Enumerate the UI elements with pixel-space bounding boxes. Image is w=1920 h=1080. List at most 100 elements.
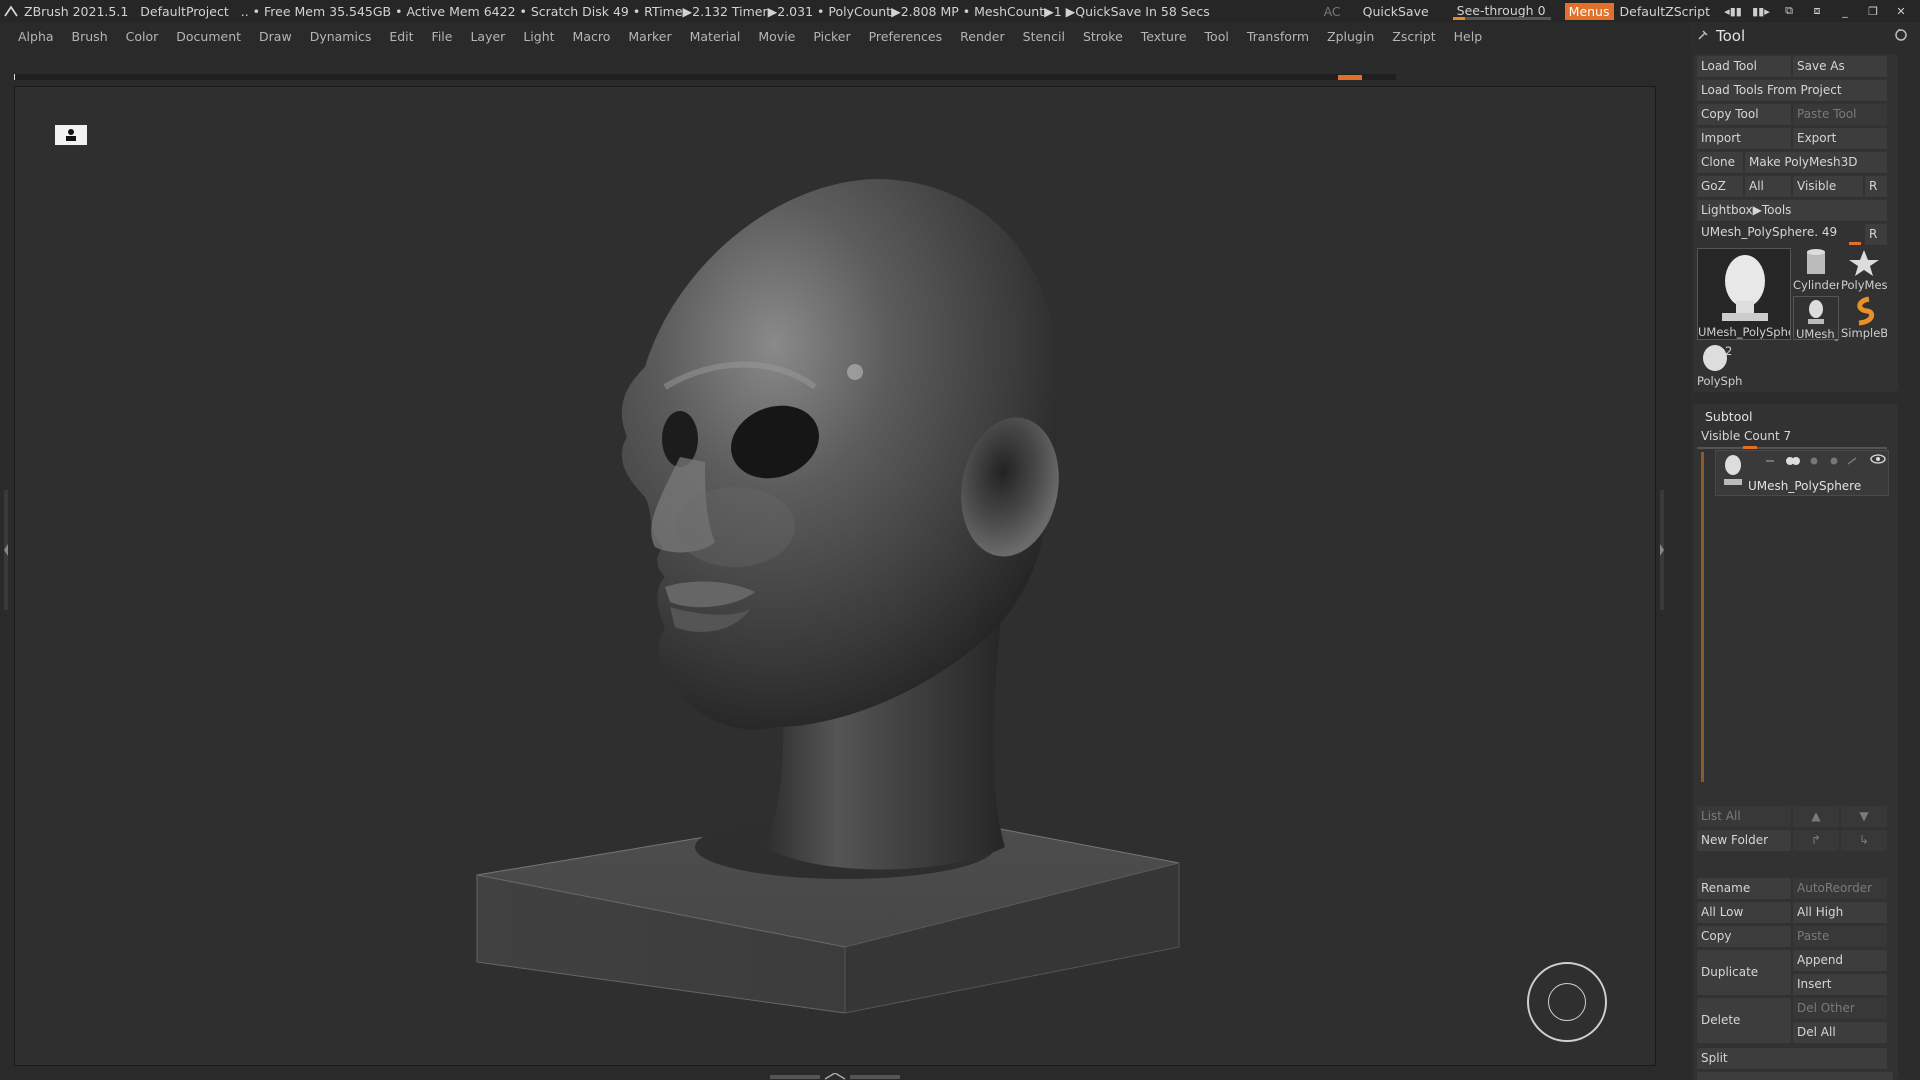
minimize-icon[interactable]: _ <box>1836 4 1854 18</box>
menu-brush[interactable]: Brush <box>72 29 108 44</box>
menu-help[interactable]: Help <box>1454 29 1483 44</box>
menu-alpha[interactable]: Alpha <box>18 29 54 44</box>
menus-toggle-button[interactable]: Menus <box>1564 2 1614 20</box>
delete-button[interactable]: Delete <box>1697 998 1791 1043</box>
duplicate-button[interactable]: Duplicate <box>1697 950 1791 995</box>
tool-thumb-cylinder[interactable]: Cylinder <box>1793 248 1839 292</box>
menu-draw[interactable]: Draw <box>259 29 292 44</box>
clone-button[interactable]: Clone <box>1697 152 1743 173</box>
menu-tool[interactable]: Tool <box>1205 29 1229 44</box>
document-canvas[interactable] <box>14 86 1656 1066</box>
arrow-down-icon[interactable]: ▼ <box>1841 806 1887 827</box>
default-zscript-button[interactable]: DefaultZScript <box>1620 4 1711 19</box>
eye-icon[interactable] <box>1870 453 1886 465</box>
subtool-title[interactable]: Subtool <box>1701 406 1821 427</box>
goz-all-button[interactable]: All <box>1745 176 1791 197</box>
menu-zplugin[interactable]: Zplugin <box>1327 29 1374 44</box>
list-all-button[interactable]: List All <box>1697 806 1791 827</box>
restore-icon[interactable]: ❐ <box>1864 4 1882 18</box>
right-tray-handle[interactable] <box>1660 490 1666 610</box>
ac-label[interactable]: AC <box>1324 4 1341 19</box>
import-button[interactable]: Import <box>1697 128 1791 149</box>
menu-layer[interactable]: Layer <box>470 29 505 44</box>
menu-macro[interactable]: Macro <box>573 29 611 44</box>
menu-stencil[interactable]: Stencil <box>1023 29 1065 44</box>
timeline-strip[interactable] <box>14 74 1396 80</box>
subtool-scrollbar[interactable] <box>1701 452 1704 782</box>
see-through-slider[interactable]: See-through 0 <box>1452 2 1551 20</box>
menu-transform[interactable]: Transform <box>1247 29 1309 44</box>
load-tools-from-project-button[interactable]: Load Tools From Project <box>1697 80 1887 101</box>
menu-material[interactable]: Material <box>690 29 741 44</box>
window-layout-icon[interactable]: ⧉ <box>1780 4 1798 18</box>
tool-thumb-polysphere[interactable]: 2 PolySph <box>1697 344 1743 388</box>
timeline-marker[interactable] <box>1338 75 1362 80</box>
tool-buttons-group: Load Tool Save As Load Tools From Projec… <box>1693 54 1898 392</box>
goz-visible-button[interactable]: Visible <box>1793 176 1863 197</box>
menu-texture[interactable]: Texture <box>1141 29 1187 44</box>
tool-thumb-umesh-small[interactable]: UMesh_ <box>1793 296 1839 341</box>
close-icon[interactable]: ✕ <box>1892 4 1910 18</box>
see-through-track <box>1452 17 1551 20</box>
insert-button[interactable]: Insert <box>1793 974 1887 995</box>
del-all-button[interactable]: Del All <box>1793 1022 1887 1043</box>
new-folder-button[interactable]: New Folder <box>1697 830 1791 851</box>
tool-thumb-simplebrush[interactable]: SimpleB <box>1841 296 1887 340</box>
perspective-camera-icon[interactable] <box>55 125 87 145</box>
left-tray-handle[interactable] <box>4 490 10 610</box>
menu-preferences[interactable]: Preferences <box>869 29 943 44</box>
bottom-tray-handle[interactable] <box>770 1070 900 1080</box>
menu-marker[interactable]: Marker <box>628 29 671 44</box>
menu-movie[interactable]: Movie <box>758 29 795 44</box>
arrow-up-icon[interactable]: ▲ <box>1793 806 1839 827</box>
append-button[interactable]: Append <box>1793 950 1887 971</box>
menu-picker[interactable]: Picker <box>813 29 850 44</box>
scroll-right-icon[interactable]: ▮▮▸ <box>1752 4 1770 18</box>
paste-subtool-button[interactable]: Paste <box>1793 926 1887 947</box>
folder-move-up-icon[interactable]: ↱ <box>1793 830 1839 851</box>
export-button[interactable]: Export <box>1793 128 1887 149</box>
copy-subtool-button[interactable]: Copy <box>1697 926 1791 947</box>
del-other-button[interactable]: Del Other <box>1793 998 1887 1019</box>
pin-icon[interactable] <box>1696 28 1710 42</box>
goz-r-button[interactable]: R <box>1865 176 1887 197</box>
all-high-button[interactable]: All High <box>1793 902 1887 923</box>
merge-menu-button[interactable] <box>1697 1072 1893 1080</box>
make-polymesh3d-button[interactable]: Make PolyMesh3D <box>1745 152 1887 173</box>
goz-button[interactable]: GoZ <box>1697 176 1743 197</box>
copy-tool-button[interactable]: Copy Tool <box>1697 104 1791 125</box>
quicksave-button[interactable]: QuickSave <box>1363 4 1429 19</box>
current-tool-slider[interactable]: UMesh_PolySphere. 49 <box>1697 222 1863 243</box>
tool-thumb-polymesh[interactable]: PolyMes <box>1841 248 1887 292</box>
save-as-button[interactable]: Save As <box>1793 56 1887 77</box>
load-tool-button[interactable]: Load Tool <box>1697 56 1791 77</box>
menu-zscript[interactable]: Zscript <box>1392 29 1435 44</box>
scroll-left-icon[interactable]: ◂▮▮ <box>1724 4 1742 18</box>
subtool-icons-row[interactable] <box>1766 455 1886 467</box>
split-menu-button[interactable]: Split <box>1697 1048 1887 1069</box>
autoreorder-button[interactable]: AutoReorder <box>1793 878 1887 899</box>
rename-button[interactable]: Rename <box>1697 878 1791 899</box>
menu-document[interactable]: Document <box>176 29 241 44</box>
visible-count-slider[interactable]: Visible Count 7 <box>1697 426 1847 447</box>
menu-file[interactable]: File <box>432 29 453 44</box>
tool-thumb-label-polysph: PolySph <box>1697 374 1743 388</box>
current-tool-r-button[interactable]: R <box>1865 224 1887 245</box>
all-low-button[interactable]: All Low <box>1697 902 1791 923</box>
menu-color[interactable]: Color <box>126 29 159 44</box>
subtool-item[interactable]: UMesh_PolySphere <box>1715 450 1889 496</box>
paste-tool-button[interactable]: Paste Tool <box>1793 104 1887 125</box>
sculpt-head-model[interactable] <box>15 87 1657 1067</box>
menu-edit[interactable]: Edit <box>389 29 413 44</box>
tool-thumb-umesh-polysphere[interactable]: UMesh_PolySphe <box>1697 248 1791 340</box>
navigation-gyro-inner[interactable] <box>1548 983 1586 1021</box>
folder-move-down-icon[interactable]: ↳ <box>1841 830 1887 851</box>
window-swap-icon[interactable]: ⧈ <box>1808 4 1826 18</box>
menu-light[interactable]: Light <box>523 29 554 44</box>
menu-stroke[interactable]: Stroke <box>1083 29 1123 44</box>
menu-render[interactable]: Render <box>960 29 1005 44</box>
reset-icon[interactable] <box>1894 28 1908 42</box>
navigation-gyro-icon[interactable] <box>1527 962 1607 1042</box>
menu-dynamics[interactable]: Dynamics <box>310 29 372 44</box>
lightbox-tools-button[interactable]: Lightbox▶Tools <box>1697 200 1887 221</box>
